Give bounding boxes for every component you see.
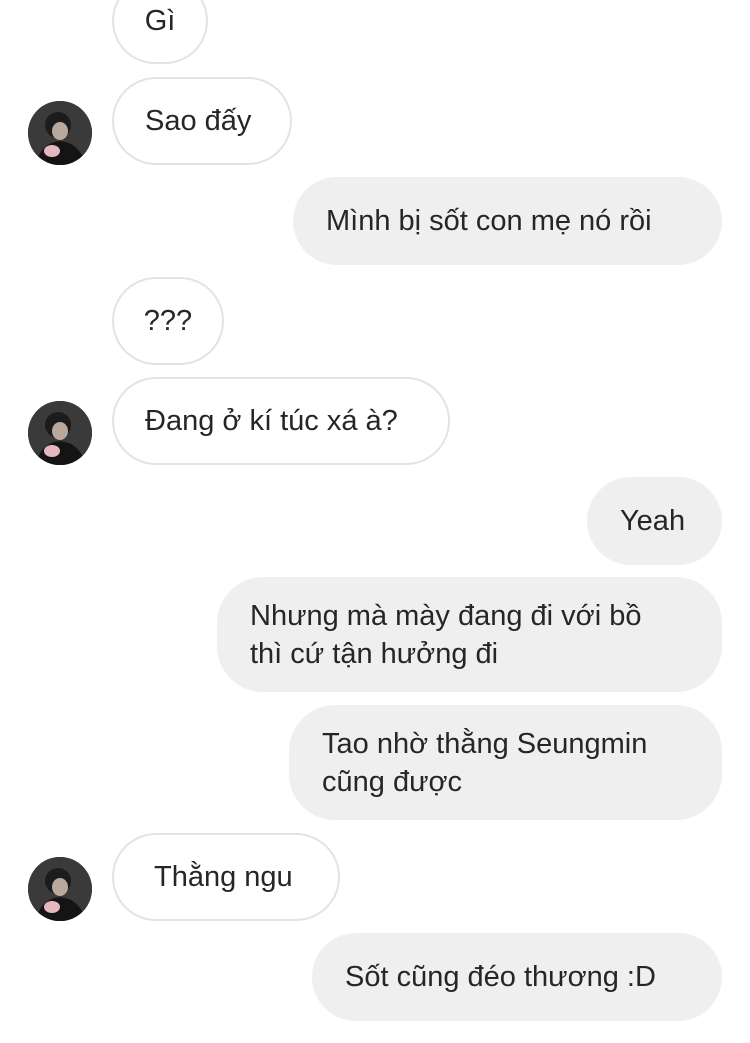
profile-photo-icon: [28, 101, 92, 165]
incoming-message-bubble[interactable]: ???: [112, 277, 224, 365]
outgoing-message-bubble[interactable]: Tao nhờ thằng Seungmin cũng được: [289, 705, 722, 820]
outgoing-message-bubble[interactable]: Sốt cũng đéo thương :D: [312, 933, 722, 1021]
message-text: Mình bị sốt con mẹ nó rồi: [326, 205, 652, 237]
message-text-line: thì cứ tận hưởng đi: [250, 637, 499, 670]
incoming-message-bubble[interactable]: Đang ở kí túc xá à?: [112, 377, 450, 465]
outgoing-message-bubble[interactable]: Nhưng mà mày đang đi với bồ thì cứ tận h…: [217, 577, 722, 692]
profile-photo-icon: [28, 857, 92, 921]
profile-photo-icon: [28, 401, 92, 465]
message-text: Sao đấy: [145, 105, 252, 137]
message-text: Sốt cũng đéo thương :D: [345, 961, 656, 993]
message-text: Thằng ngu: [154, 861, 293, 893]
outgoing-message-bubble[interactable]: Mình bị sốt con mẹ nó rồi: [293, 177, 722, 265]
message-text-line: Tao nhờ thằng Seungmin: [322, 727, 648, 760]
sender-avatar[interactable]: [28, 401, 92, 465]
outgoing-message-bubble[interactable]: Yeah: [587, 477, 722, 565]
sender-avatar[interactable]: [28, 101, 92, 165]
message-text: Gì: [144, 5, 176, 37]
message-text-line: Nhưng mà mày đang đi với bồ: [250, 599, 642, 632]
message-text-line: cũng được: [322, 765, 463, 798]
message-text: Yeah: [620, 505, 686, 537]
incoming-message-bubble[interactable]: Thằng ngu: [112, 833, 340, 921]
message-text: Đang ở kí túc xá à?: [145, 405, 398, 437]
message-text: ???: [143, 305, 193, 337]
sender-avatar[interactable]: [28, 857, 92, 921]
incoming-message-bubble[interactable]: Gì: [112, 0, 208, 64]
incoming-message-bubble[interactable]: Sao đấy: [112, 77, 292, 165]
